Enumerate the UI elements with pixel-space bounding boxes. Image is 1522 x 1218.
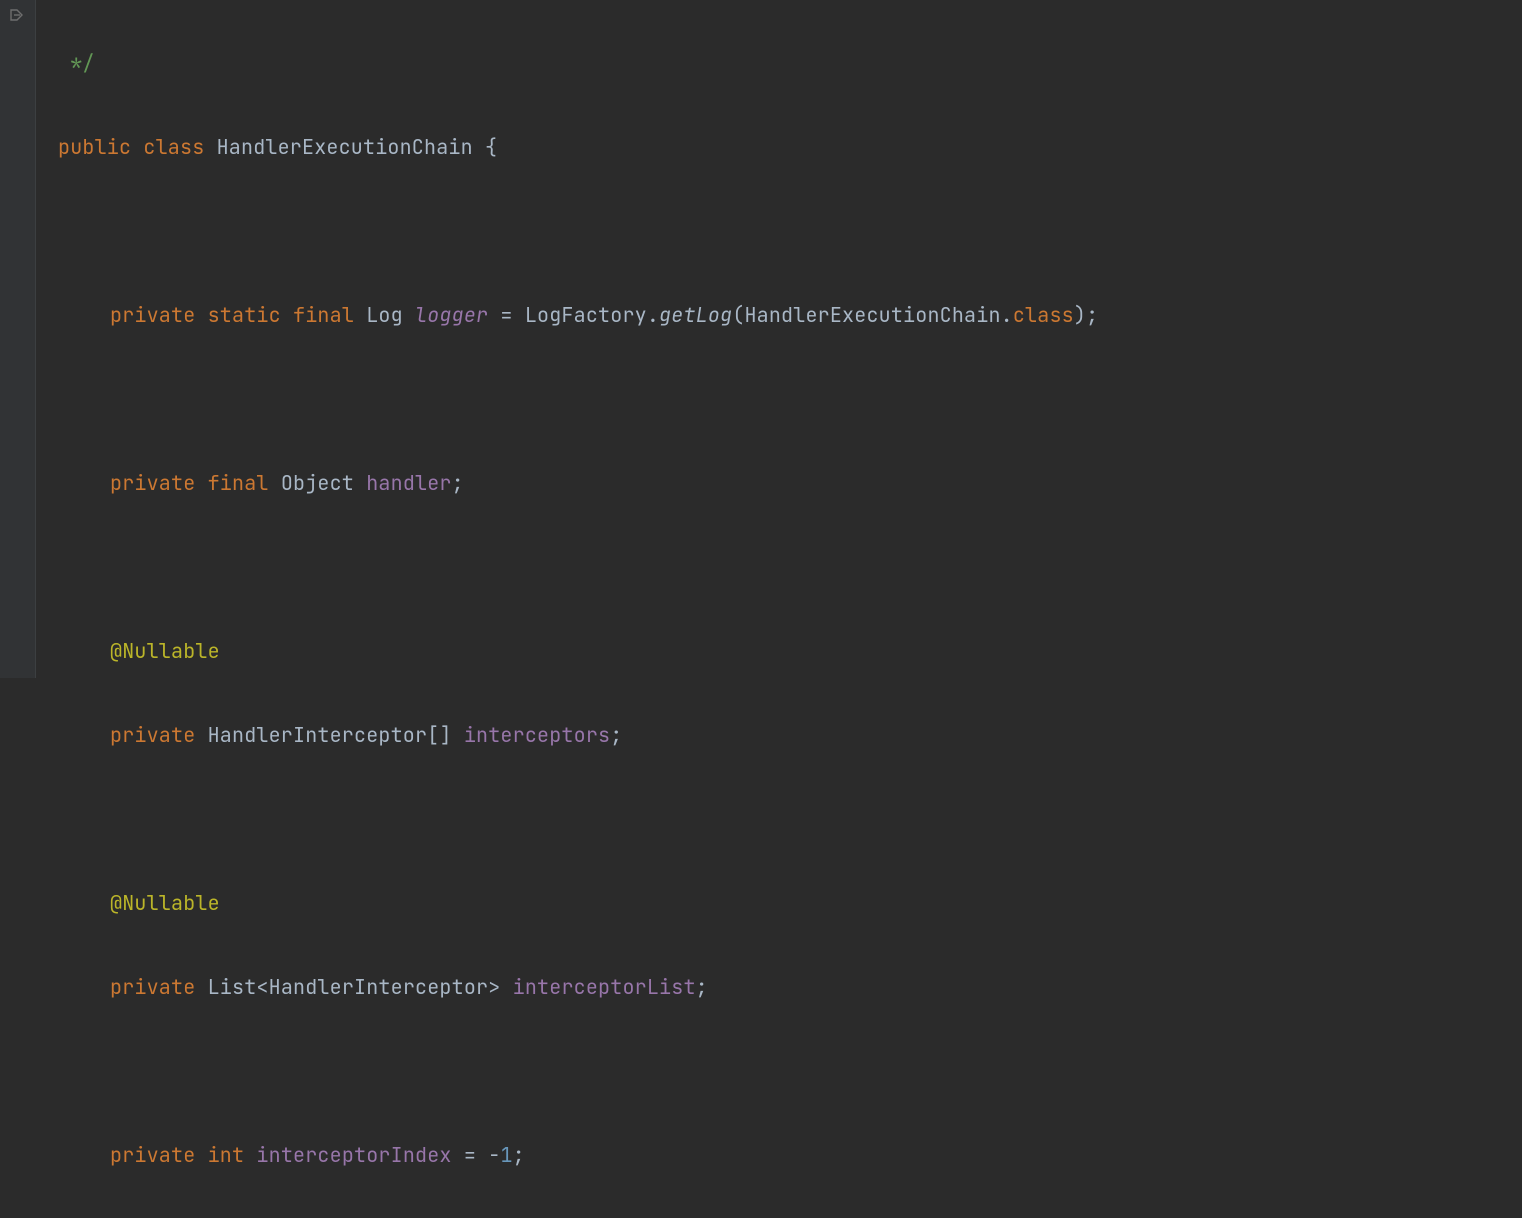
keyword-private: private [110,974,195,1000]
comment-close: */ [70,50,94,76]
code-line: private static final Log logger = LogFac… [58,294,1098,336]
field-interceptorlist: interceptorList [513,974,696,1000]
semicolon: ; [1086,302,1098,328]
annotation-nullable: @Nullable [110,890,220,916]
minus: - [488,1142,500,1168]
code-line: @Nullable [58,630,1098,672]
type-handlerinterceptor: HandlerInterceptor [208,722,428,748]
keyword-int: int [208,1142,245,1168]
brace-open: { [485,134,497,160]
blank-line [58,210,1098,252]
code-line: @Nullable [58,882,1098,924]
keyword-class: class [143,134,204,160]
keyword-private: private [110,722,195,748]
op-assign: = [452,1142,489,1168]
field-logger: logger [415,302,488,328]
paren-open: ( [732,302,744,328]
op-assign: = [488,302,525,328]
semicolon: ; [452,470,464,496]
code-line: */ [58,42,1098,84]
type-logfactory: LogFactory [525,302,647,328]
paren-close: ) [1074,302,1086,328]
keyword-private: private [110,1142,195,1168]
method-getlog: getLog [659,302,732,328]
type-object: Object [281,470,354,496]
field-handler: handler [366,470,451,496]
field-interceptors: interceptors [464,722,610,748]
generic-close: > [488,974,500,1000]
keyword-final: final [208,470,269,496]
code-line: private HandlerInterceptor[] interceptor… [58,714,1098,756]
class-name: HandlerExecutionChain [217,134,473,160]
code-line: private final Object handler; [58,462,1098,504]
semicolon: ; [610,722,622,748]
number-one: 1 [500,1142,512,1168]
blank-line [58,1050,1098,1092]
gutter [0,0,36,678]
annotation-nullable: @Nullable [110,638,220,664]
blank-line [58,546,1098,588]
keyword-classref: class [1013,302,1074,328]
code-line: public class HandlerExecutionChain { [58,126,1098,168]
field-interceptorindex: interceptorIndex [256,1142,451,1168]
semicolon: ; [513,1142,525,1168]
code-editor[interactable]: */ public class HandlerExecutionChain { … [36,0,1098,1218]
type-list: List [208,974,257,1000]
keyword-static: static [208,302,281,328]
keyword-public: public [58,134,131,160]
blank-line [58,798,1098,840]
semicolon: ; [696,974,708,1000]
dot: . [647,302,659,328]
keyword-private: private [110,302,195,328]
type-log: Log [366,302,403,328]
ref-class: HandlerExecutionChain [744,302,1000,328]
collapse-icon[interactable] [8,6,26,24]
code-line: private int interceptorIndex = -1; [58,1134,1098,1176]
blank-line [58,378,1098,420]
keyword-final: final [293,302,354,328]
keyword-private: private [110,470,195,496]
array-brackets: [] [427,722,451,748]
dot: . [1001,302,1013,328]
type-handlerinterceptor: HandlerInterceptor [269,974,489,1000]
code-line: private List<HandlerInterceptor> interce… [58,966,1098,1008]
generic-open: < [256,974,268,1000]
